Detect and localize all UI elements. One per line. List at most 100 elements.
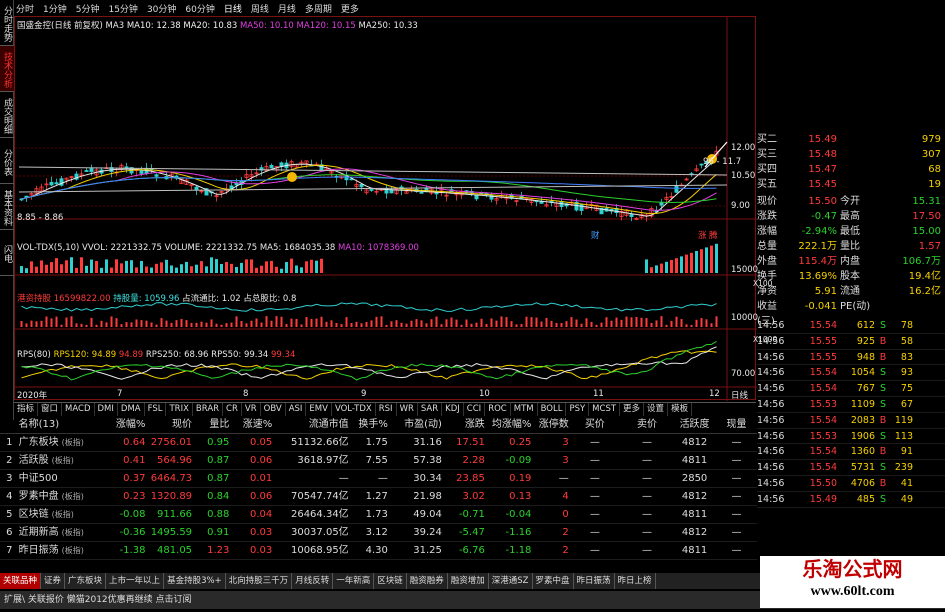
column-header[interactable]: 名称(13) xyxy=(19,416,107,433)
bottom-tab[interactable]: 昨日上榜 xyxy=(615,573,656,589)
indicator-tab[interactable]: ASI xyxy=(286,403,307,416)
period-1min[interactable]: 1分钟 xyxy=(43,2,67,16)
tab-trades[interactable]: 成交明细 xyxy=(0,92,14,138)
column-header[interactable]: 量比 xyxy=(192,416,229,433)
volume-bar xyxy=(30,261,33,273)
indicator-tab[interactable]: EMV xyxy=(306,403,332,416)
bottom-tab[interactable]: 融资融券 xyxy=(407,573,448,589)
hk-bar xyxy=(560,322,563,327)
tab-timeshare[interactable]: 分时走势 xyxy=(0,0,14,46)
chart-area[interactable]: 国盛金控(日线 前复权) MA3 MA10: 12.38 MA20: 10.83… xyxy=(14,16,777,401)
indicator-tab[interactable]: PSY xyxy=(566,403,590,416)
tab-price-table[interactable]: 分价表 xyxy=(0,138,14,184)
column-header[interactable]: 活跃度 xyxy=(673,416,716,433)
bottom-tab[interactable]: 昨日振荡 xyxy=(574,573,615,589)
table-row[interactable]: 6 近期新高 (板指) -0.36 1495.59 0.91 0.03 30037.05亿 3.… xyxy=(0,524,757,542)
period-week[interactable]: 周线 xyxy=(251,2,269,16)
indicator-tab[interactable]: 指标 xyxy=(14,403,39,416)
indicator-tab[interactable]: DMI xyxy=(95,403,118,416)
column-header[interactable]: 买价 xyxy=(569,416,621,433)
bottom-tab[interactable]: 一年新高 xyxy=(333,573,375,589)
candle-body xyxy=(674,185,679,193)
column-header[interactable]: 现量 xyxy=(716,416,757,433)
column-header[interactable]: 涨跌 xyxy=(442,416,485,433)
indicator-tab[interactable]: WR xyxy=(397,403,418,416)
quote-row: 净资 5.91 流通 16.2亿 xyxy=(757,284,945,299)
table-row[interactable]: 1 广东板块 (板指) 0.64 2756.01 0.95 0.05 51132.66亿 1.7… xyxy=(0,434,757,452)
event-marker[interactable]: 涨 xyxy=(698,229,707,241)
volume-bar xyxy=(215,259,218,273)
bottom-tab[interactable]: 融资增加 xyxy=(448,573,489,589)
bottom-tab[interactable]: 区块链 xyxy=(374,573,407,589)
bid-row: 买二 15.49 979 xyxy=(757,132,945,147)
period-timeshare[interactable]: 分时 xyxy=(16,2,34,16)
column-header[interactable]: 换手% xyxy=(349,416,388,433)
indicator-tab[interactable]: 设置 xyxy=(644,403,669,416)
indicator-tab[interactable]: ROC xyxy=(485,403,511,416)
bottom-tab[interactable]: 深港通SZ xyxy=(489,573,533,589)
indicator-tab[interactable]: CCI xyxy=(464,403,486,416)
table-row[interactable]: 7 昨日振荡 (板指) -1.38 481.05 1.23 0.03 10068.95亿 4.3… xyxy=(0,542,757,560)
column-header[interactable]: 涨幅% xyxy=(106,416,146,433)
period-more[interactable]: 更多 xyxy=(341,2,359,16)
table-row[interactable]: 3 中证500 0.37 6464.73 0.87 0.01 — — 30.34 23.85 0.1… xyxy=(0,470,757,488)
bottom-tab[interactable]: 罗素中盘 xyxy=(533,573,574,589)
table-row[interactable]: 4 罗素中盘 (板指) 0.23 1320.89 0.84 0.06 70547.74亿 1.2… xyxy=(0,488,757,506)
bottom-tab[interactable]: 上市一年以上 xyxy=(106,573,165,589)
table-row[interactable]: 2 活跃股 (板指) 0.41 564.96 0.87 0.06 3618.97亿 7.55 57… xyxy=(0,452,757,470)
bottom-tab[interactable]: 北向持股三千万 xyxy=(226,573,293,589)
tab-fundamentals[interactable]: 基本资料 xyxy=(0,184,14,230)
tick-row: 14:56 15.49 485 S 49 xyxy=(757,492,945,508)
period-15min[interactable]: 15分钟 xyxy=(108,2,137,16)
period-5min[interactable]: 5分钟 xyxy=(76,2,100,16)
column-header[interactable]: 市盈(动) xyxy=(388,416,442,433)
indicator-tab[interactable]: 更多 xyxy=(620,403,645,416)
indicator-tab[interactable]: BRAR xyxy=(193,403,224,416)
period-30min[interactable]: 30分钟 xyxy=(147,2,176,16)
period-60min[interactable]: 60分钟 xyxy=(185,2,214,16)
hk-bar xyxy=(115,318,118,327)
indicator-tab[interactable]: CR xyxy=(223,403,242,416)
indicator-tab[interactable]: 模板 xyxy=(668,403,693,416)
indicator-tab[interactable]: TRIX xyxy=(166,403,193,416)
period-multi[interactable]: 多周期 xyxy=(305,2,332,16)
cell-price: 911.66 xyxy=(157,509,193,520)
column-header[interactable]: 均涨幅% xyxy=(485,416,532,433)
indicator-tab[interactable]: VOL-TDX xyxy=(332,403,376,416)
indicator-tab[interactable]: MCST xyxy=(589,403,621,416)
bottom-tab[interactable]: 广东板块 xyxy=(65,573,107,589)
indicator-tab[interactable]: VR xyxy=(242,403,261,416)
period-day[interactable]: 日线 xyxy=(224,2,242,16)
column-header[interactable] xyxy=(0,416,19,433)
indicator-tab[interactable]: 窗口 xyxy=(38,403,63,416)
volume-bar xyxy=(160,262,163,273)
cell-cap: — xyxy=(338,473,349,484)
tab-technical[interactable]: 技术分析 xyxy=(0,46,14,92)
column-header[interactable]: 现价 xyxy=(145,416,192,433)
hk-bar xyxy=(160,318,163,327)
indicator-tab[interactable]: SAR xyxy=(418,403,443,416)
event-marker[interactable]: 腾 xyxy=(709,229,718,241)
indicator-tab[interactable]: RSI xyxy=(376,403,397,416)
table-row[interactable]: 5 区块链 (板指) -0.08 911.66 0.88 0.04 26464.34亿 1.73… xyxy=(0,506,757,524)
indicator-tab[interactable]: MACD xyxy=(62,403,95,416)
column-header[interactable]: 卖价 xyxy=(621,416,673,433)
column-header[interactable]: 涨速% xyxy=(229,416,273,433)
indicator-tab[interactable]: KDJ xyxy=(442,403,464,416)
quote-value: -0.47 xyxy=(811,211,837,222)
indicator-tab[interactable]: OBV xyxy=(261,403,286,416)
column-header[interactable]: 涨停数 xyxy=(531,416,569,433)
bottom-tab[interactable]: 基金持股3%+ xyxy=(164,573,226,589)
tab-flash[interactable]: 闪电 xyxy=(0,230,14,276)
event-marker[interactable]: 财 xyxy=(591,229,600,241)
indicator-tab[interactable]: DMA xyxy=(118,403,145,416)
indicator-tab[interactable]: FSL xyxy=(145,403,167,416)
column-header[interactable]: 流通市值 xyxy=(272,416,349,433)
hk-bar xyxy=(570,317,573,327)
bottom-tab[interactable]: 月线反转 xyxy=(292,573,334,589)
indicator-tab[interactable]: MTM xyxy=(511,403,538,416)
bottom-tab[interactable]: 证券 xyxy=(41,573,66,589)
bottom-tab[interactable]: 关联品种 xyxy=(0,573,42,589)
indicator-tab[interactable]: BOLL xyxy=(538,403,567,416)
period-month[interactable]: 月线 xyxy=(278,2,296,16)
